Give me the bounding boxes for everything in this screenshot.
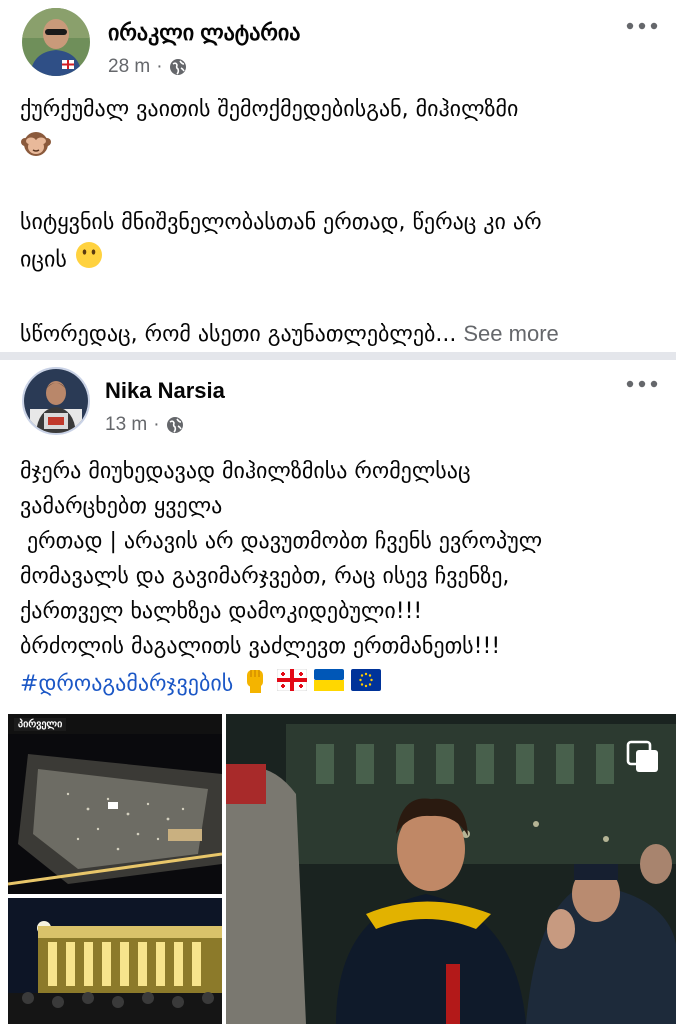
tv-channel-logo: პირველი (14, 718, 67, 731)
globe-icon (169, 58, 187, 76)
gallery-icon[interactable] (626, 740, 660, 774)
media-gap (8, 894, 222, 898)
globe-icon (166, 416, 184, 434)
avatar[interactable] (22, 367, 90, 435)
post-media[interactable]: პირველი (8, 714, 676, 1024)
raised-fist-icon (240, 664, 270, 705)
georgia-flag-icon (276, 667, 308, 702)
hashtag-link[interactable]: #დროაგამარჯვების (20, 672, 233, 697)
post-meta: 13 m · (105, 414, 184, 436)
text-line: ქურქუმალ ვაითის შემოქმედებისგან, მიჰილზმ… (20, 97, 519, 122)
text-line: ერთად | არავის არ დავუთმობთ ჩვენს ევროპუ… (20, 529, 543, 554)
more-options-icon[interactable] (624, 376, 660, 392)
text-line: ვამარცხებთ ყველა (20, 494, 223, 519)
post-time[interactable]: 13 m (105, 414, 147, 436)
post-text: ქურქუმალ ვაითის შემოქმედებისგან, მიჰილზმ… (20, 92, 660, 352)
media-gap (222, 714, 226, 1024)
more-options-icon[interactable] (624, 18, 660, 34)
text-line (20, 127, 660, 170)
post-time[interactable]: 28 m (108, 56, 150, 78)
author-name[interactable]: ირაკლი ლატარია (108, 20, 300, 46)
post-meta: 28 m · (108, 56, 187, 78)
post-card: ირაკლი ლატარია 28 m · ქურქუმალ ვაითის შე… (0, 0, 676, 352)
media-photo-crowd-aerial[interactable]: პირველი (8, 714, 223, 894)
text-line: ქართველ ხალხზეა დამოკიდებული!!! (20, 599, 423, 624)
meta-separator: · (156, 56, 163, 77)
post-divider (0, 352, 676, 360)
post-text: მჯერა მიუხედავად მიჰილზმისა რომელსაც ვამ… (20, 454, 660, 705)
ukraine-flag-icon (314, 667, 345, 702)
text-line: მომავალს და გავიმარჯვებთ, რაც ისევ ჩვენზ… (20, 564, 510, 589)
no-mouth-face-icon (74, 240, 104, 281)
see-no-evil-monkey-icon (20, 127, 52, 170)
media-photo-parliament[interactable] (8, 898, 222, 1024)
text-line: იცის (20, 240, 660, 281)
meta-separator: · (153, 414, 160, 435)
eu-flag-icon (351, 667, 382, 702)
author-name[interactable]: Nika Narsia (105, 378, 225, 404)
text-line: მჯერა მიუხედავად მიჰილზმისა რომელსაც (20, 459, 471, 484)
see-more-link[interactable]: See more (463, 321, 558, 346)
hashtag-line: #დროაგამარჯვების (20, 664, 660, 705)
text-line: ბრძოლის მაგალითს ვაძლევთ ერთმანეთს!!! (20, 634, 501, 659)
text-line: სწორედაც, რომ ასეთი გაუნათლებლებ... See … (20, 321, 559, 347)
avatar[interactable] (22, 8, 90, 76)
text-line: სიტყვნის მნიშვნელობასთან ერთად, წერაც კი… (20, 210, 542, 235)
post-card: Nika Narsia 13 m · მჯერა მიუხედავად მიჰი… (0, 360, 676, 1024)
media-photo-street[interactable] (226, 714, 676, 1024)
